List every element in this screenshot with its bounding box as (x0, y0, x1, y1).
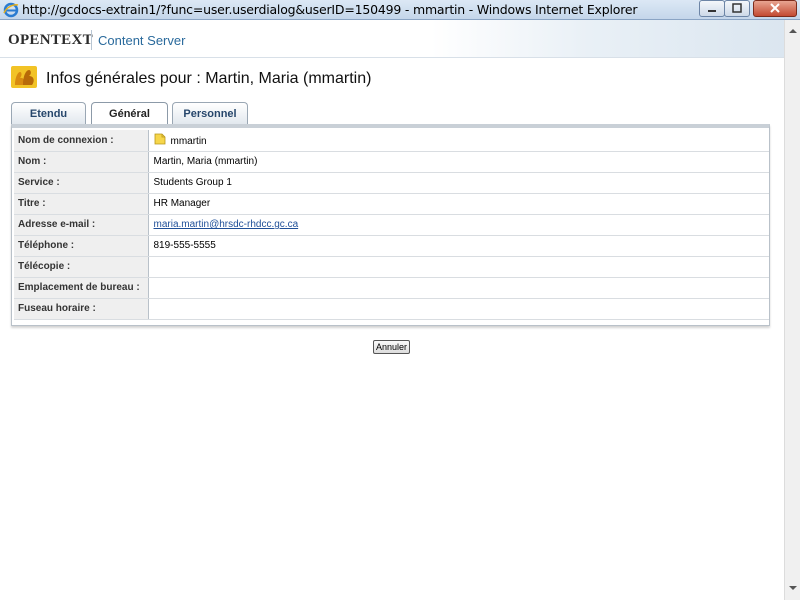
tab-personnel[interactable]: Personnel (172, 102, 248, 124)
field-label: Emplacement de bureau : (14, 277, 149, 299)
scroll-up-arrow-icon[interactable] (788, 26, 798, 36)
user-info-panel: Nom de connexion : mmartin Nom : Martin,… (11, 124, 770, 326)
table-row: Fuseau horaire : (14, 298, 769, 320)
table-row: Télécopie : (14, 256, 769, 278)
field-label: Titre : (14, 193, 149, 215)
minimize-button[interactable] (699, 0, 725, 17)
cancel-button[interactable]: Annuler (373, 340, 410, 354)
close-window-button[interactable] (753, 0, 797, 17)
time-zone-value (148, 298, 769, 320)
vertical-scrollbar[interactable] (784, 20, 800, 600)
user-info-table: Nom de connexion : mmartin Nom : Martin,… (14, 130, 769, 320)
table-row: Adresse e-mail : maria.martin@hrsdc-rhdc… (14, 214, 769, 236)
page-title: Infos générales pour : Martin, Maria (mm… (46, 70, 372, 87)
tab-etendu[interactable]: Etendu (11, 102, 86, 124)
product-name: Content Server (98, 33, 186, 48)
table-row: Emplacement de bureau : (14, 277, 769, 299)
field-label: Fuseau horaire : (14, 298, 149, 320)
table-row: Service : Students Group 1 (14, 172, 769, 194)
field-label: Nom : (14, 151, 149, 173)
window-title: http://gcdocs-extrain1/?func=user.userdi… (22, 2, 638, 17)
phone-value: 819-555-5555 (148, 235, 769, 257)
header-divider (91, 30, 92, 50)
office-location-value (148, 277, 769, 299)
name-value: Martin, Maria (mmartin) (148, 151, 769, 173)
table-row: Nom de connexion : mmartin (14, 130, 769, 152)
brand-header: OPENTEXT Content Server (0, 20, 784, 58)
table-row: Téléphone : 819-555-5555 (14, 235, 769, 257)
field-label: Télécopie : (14, 256, 149, 278)
email-value-cell: maria.martin@hrsdc-rhdcc.gc.ca (148, 214, 769, 236)
department-value: Students Group 1 (148, 172, 769, 194)
window-titlebar: http://gcdocs-extrain1/?func=user.userdi… (0, 0, 800, 20)
field-label: Adresse e-mail : (14, 214, 149, 236)
fax-value (148, 256, 769, 278)
field-label: Nom de connexion : (14, 130, 149, 152)
scroll-down-arrow-icon[interactable] (788, 583, 798, 593)
maximize-button[interactable] (724, 0, 750, 17)
user-icon (154, 133, 166, 145)
job-title-value: HR Manager (148, 193, 769, 215)
table-row: Titre : HR Manager (14, 193, 769, 215)
opentext-logo: OPENTEXT (8, 32, 93, 48)
login-value-cell: mmartin (148, 130, 769, 152)
internet-explorer-icon (3, 2, 19, 18)
login-value: mmartin (170, 136, 207, 148)
user-profile-icon (10, 63, 38, 91)
table-row: Nom : Martin, Maria (mmartin) (14, 151, 769, 173)
email-link[interactable]: maria.martin@hrsdc-rhdcc.gc.ca (154, 219, 299, 230)
tab-general[interactable]: Général (91, 102, 168, 125)
field-label: Téléphone : (14, 235, 149, 257)
field-label: Service : (14, 172, 149, 194)
